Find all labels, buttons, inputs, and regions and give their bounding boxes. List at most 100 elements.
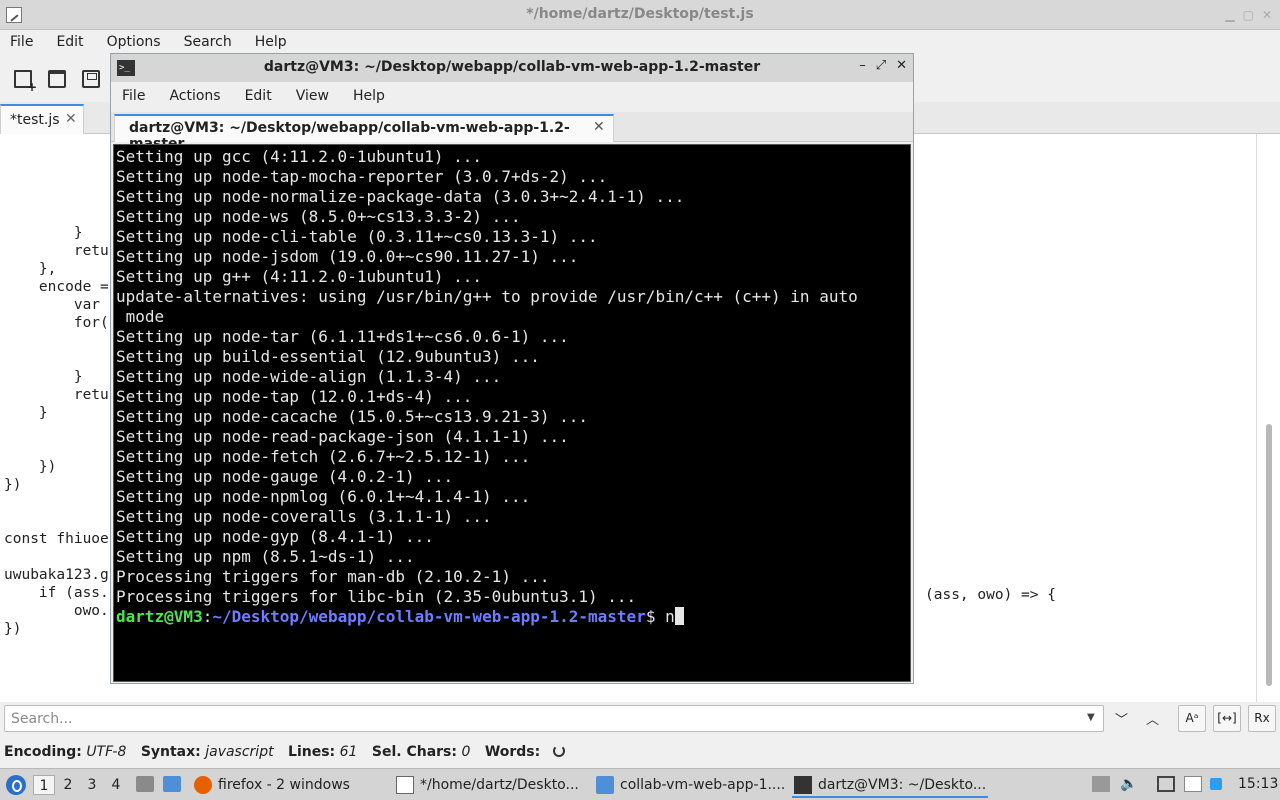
code-line: retu xyxy=(4,243,109,259)
tab-close-icon[interactable]: ✕ xyxy=(593,119,605,135)
trash-icon[interactable] xyxy=(1092,776,1110,792)
terminal-line: Setting up g++ (4:11.2.0-1ubuntu1) ... xyxy=(116,267,483,286)
prompt-separator: : xyxy=(202,607,213,626)
syntax-label: Syntax: xyxy=(140,744,201,760)
code-text: } retu }, encode = var for( } retu } })}… xyxy=(4,224,109,638)
code-line: uwubaka123.g xyxy=(4,567,109,583)
code-line: }, xyxy=(4,261,57,277)
match-case-button[interactable]: Aᵃ xyxy=(1178,705,1206,732)
whole-word-button[interactable]: [↔] xyxy=(1213,705,1241,732)
display-icon[interactable] xyxy=(1157,776,1175,792)
code-line: }) xyxy=(4,459,57,475)
menu-edit[interactable]: Edit xyxy=(245,82,272,112)
code-line: for( xyxy=(4,315,109,331)
terminal-window-title: dartz@VM3: ~/Desktop/webapp/collab-vm-we… xyxy=(263,59,761,75)
tab-test-js[interactable]: *test.js ✕ xyxy=(0,104,84,134)
workspace-3[interactable]: 3 xyxy=(81,775,103,795)
menu-actions[interactable]: Actions xyxy=(169,82,220,112)
terminal-text: Setting up gcc (4:11.2.0-1ubuntu1) ... Se… xyxy=(116,147,858,627)
task-label: collab-vm-web-app-1.... xyxy=(620,777,784,793)
file-manager-icon[interactable] xyxy=(163,776,181,792)
search-input[interactable] xyxy=(4,705,1104,732)
task-text-editor[interactable]: */home/dartz/Deskto... xyxy=(394,772,586,798)
new-file-icon[interactable] xyxy=(14,70,37,94)
search-next-icon[interactable]: ﹀ xyxy=(1115,709,1128,728)
terminal-line: Setting up node-cli-table (0.3.11+~cs0.1… xyxy=(116,227,598,246)
editor-scrollbar[interactable] xyxy=(1266,424,1272,686)
code-line: } xyxy=(4,369,83,385)
terminal-line: Setting up node-normalize-package-data (… xyxy=(116,187,685,206)
menu-file[interactable]: File xyxy=(10,30,33,56)
tab-close-icon[interactable]: ✕ xyxy=(65,111,77,127)
code-line: owo. xyxy=(4,603,109,619)
status-bar: Encoding: UTF-8 Syntax: javascript Lines… xyxy=(0,736,1280,768)
task-label: firefox - 2 windows xyxy=(218,777,350,793)
code-line: const fhiuoe xyxy=(4,531,109,547)
maximize-icon[interactable]: ⤢ xyxy=(876,58,886,73)
terminal-line: Setting up npm (8.5.1~ds-1) ... xyxy=(116,547,415,566)
update-icon[interactable] xyxy=(1210,778,1222,790)
terminal-titlebar[interactable]: >_ dartz@VM3: ~/Desktop/webapp/collab-vm… xyxy=(111,54,913,82)
syntax-value: javascript xyxy=(205,744,274,760)
code-line: retu xyxy=(4,387,109,403)
open-folder-icon[interactable] xyxy=(48,70,66,88)
code-line: var xyxy=(4,297,101,313)
words-label: Words: xyxy=(484,744,541,760)
sel-chars-label: Sel. Chars: xyxy=(371,744,457,760)
close-icon[interactable]: ✕ xyxy=(896,58,907,73)
terminal-line: Setting up node-tar (6.1.11+ds1+~cs6.0.6… xyxy=(116,327,569,346)
terminal-menubar: File Actions Edit View Help xyxy=(111,82,913,112)
terminal-line: mode xyxy=(116,307,165,326)
workspace-2[interactable]: 2 xyxy=(57,775,79,795)
show-desktop-icon[interactable] xyxy=(136,776,154,792)
workspace-1[interactable]: 1 xyxy=(33,775,55,795)
chevron-down-icon[interactable]: ▼ xyxy=(1087,712,1095,723)
terminal-tabbar: dartz@VM3: ~/Desktop/webapp/collab-vm-we… xyxy=(111,112,913,152)
terminal-window-controls: – ⤢ ✕ xyxy=(859,58,907,73)
terminal-line: Setting up node-ws (8.5.0+~cs13.3.3-2) .… xyxy=(116,207,521,226)
task-file-manager[interactable]: collab-vm-web-app-1.... xyxy=(594,772,784,798)
clipboard-icon[interactable] xyxy=(1184,776,1202,792)
encoding-value: UTF-8 xyxy=(86,744,127,760)
task-firefox[interactable]: firefox - 2 windows xyxy=(192,772,382,798)
code-line: }) xyxy=(4,477,22,493)
terminal-line: Setting up build-essential (12.9ubuntu3)… xyxy=(116,347,540,366)
terminal-line: Setting up node-cacache (15.0.5+~cs13.9.… xyxy=(116,407,589,426)
task-label: dartz@VM3: ~/Deskto... xyxy=(818,777,987,793)
terminal-line: Setting up node-tap-mocha-reporter (3.0.… xyxy=(116,167,608,186)
task-terminal[interactable]: dartz@VM3: ~/Deskto... xyxy=(792,772,988,798)
workspace-4[interactable]: 4 xyxy=(105,775,127,795)
editor-window-controls: ▁ ▢ ✕ xyxy=(1225,8,1272,22)
lines-label: Lines: xyxy=(288,744,336,760)
search-previous-icon[interactable]: ︿ xyxy=(1146,709,1159,728)
start-menu-icon[interactable] xyxy=(6,775,26,795)
menu-view[interactable]: View xyxy=(296,82,329,112)
terminal-tab[interactable]: dartz@VM3: ~/Desktop/webapp/collab-vm-we… xyxy=(114,114,614,152)
terminal-prompt-line: dartz@VM3:~/Desktop/webapp/collab-vm-web… xyxy=(116,607,858,627)
maximize-icon[interactable]: ▢ xyxy=(1243,8,1254,22)
text-editor-icon xyxy=(396,776,414,794)
clock[interactable]: 15:13 xyxy=(1238,776,1278,792)
menu-edit[interactable]: Edit xyxy=(56,30,83,56)
terminal-line: Setting up node-wide-align (1.1.3-4) ... xyxy=(116,367,502,386)
terminal-output[interactable]: Setting up gcc (4:11.2.0-1ubuntu1) ... Se… xyxy=(113,144,911,682)
minimize-icon[interactable]: ▁ xyxy=(1225,8,1234,22)
minimize-icon[interactable]: – xyxy=(859,58,866,73)
terminal-icon xyxy=(794,776,812,794)
volume-icon[interactable]: 🔈 xyxy=(1120,776,1138,792)
code-line: } xyxy=(4,405,48,421)
menu-file[interactable]: File xyxy=(122,82,145,112)
terminal-line: update-alternatives: using /usr/bin/g++ … xyxy=(116,287,858,306)
regex-button[interactable]: Rx xyxy=(1248,705,1276,732)
terminal-line: Setting up node-npmlog (6.0.1+~4.1.4-1) … xyxy=(116,487,531,506)
refresh-icon[interactable] xyxy=(552,745,565,757)
save-icon[interactable] xyxy=(82,70,100,88)
close-icon[interactable]: ✕ xyxy=(1262,8,1272,22)
terminal-line: Setting up node-tap (12.0.1+ds-4) ... xyxy=(116,387,473,406)
terminal-cursor xyxy=(674,607,684,625)
menu-help[interactable]: Help xyxy=(353,82,385,112)
